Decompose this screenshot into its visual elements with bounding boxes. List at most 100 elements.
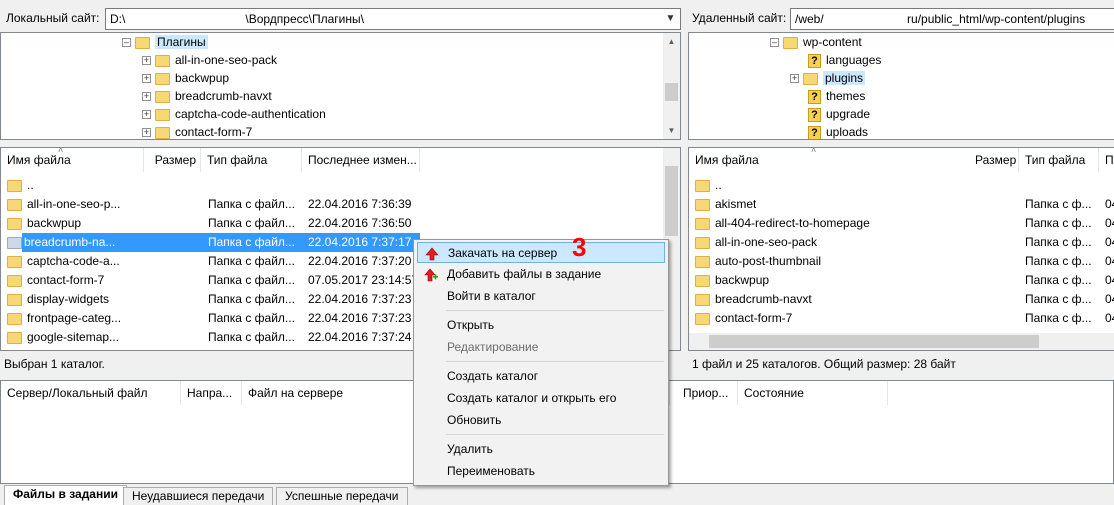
context-menu: Закачать на сервер Добавить файлы в зада… xyxy=(413,239,669,486)
column-header-permissions[interactable]: П xyxy=(1099,148,1114,172)
folder-icon xyxy=(155,126,170,139)
file-name: all-in-one-seo-pack xyxy=(715,235,818,249)
list-item[interactable]: backwpup Папка с ф... 04 xyxy=(689,271,1114,290)
tree-item[interactable]: + backwpup xyxy=(142,69,229,87)
step-annotation: 3 xyxy=(572,232,587,262)
tree-item[interactable]: + contact-form-7 xyxy=(142,123,252,139)
collapse-icon[interactable]: – xyxy=(770,38,779,48)
list-item[interactable]: akismet Папка с ф... 04 xyxy=(689,195,1114,214)
file-name: captcha-code-a... xyxy=(27,254,120,268)
expand-icon[interactable]: + xyxy=(142,128,151,138)
queue-header-priority[interactable]: Приор... xyxy=(677,381,738,405)
remote-list-hscrollbar[interactable] xyxy=(689,333,1114,350)
tree-item[interactable]: ? themes xyxy=(808,87,865,105)
local-path-combobox[interactable]: D:\ \Вордпресс\Плагины\ ▼ xyxy=(105,8,681,30)
folder-icon xyxy=(155,72,170,85)
tab-failed-transfers[interactable]: Неудавшиеся передачи xyxy=(123,487,274,505)
upload-arrow-icon xyxy=(425,247,439,261)
tree-item-plugins[interactable]: + plugins xyxy=(790,69,866,87)
menu-item-label: Открыть xyxy=(447,318,495,332)
tab-queued-files[interactable]: Файлы в задании xyxy=(4,485,127,505)
expand-icon[interactable]: + xyxy=(790,74,799,84)
menu-item-delete[interactable]: Удалить xyxy=(417,439,665,460)
question-icon: ? xyxy=(808,89,821,104)
scroll-up-icon[interactable]: ▲ xyxy=(663,33,680,50)
file-date: 22.04.2016 7:36:39 xyxy=(308,197,412,211)
tree-item-plugins[interactable]: – Плагины xyxy=(122,33,208,51)
scroll-thumb[interactable] xyxy=(709,335,1039,348)
list-item[interactable]: contact-form-7 Папка с ф... 04 xyxy=(689,309,1114,328)
remote-site-bar: Удаленный сайт: /web/ ru/public_html/wp-… xyxy=(688,0,1114,34)
menu-item-refresh[interactable]: Обновить xyxy=(417,410,665,431)
remote-site-label: Удаленный сайт: xyxy=(692,11,787,25)
queue-header-direction[interactable]: Напра... xyxy=(181,381,242,405)
column-header-size[interactable]: Размер xyxy=(969,148,1019,172)
tree-item[interactable]: + captcha-code-authentication xyxy=(142,105,326,123)
list-item[interactable]: .. xyxy=(689,176,1114,195)
menu-item-label: Войти в каталог xyxy=(447,289,536,303)
tree-item[interactable]: ? uploads xyxy=(808,123,869,139)
menu-item-upload[interactable]: Закачать на сервер xyxy=(417,242,665,263)
menu-item-enter-directory[interactable]: Войти в каталог xyxy=(417,286,665,307)
list-item[interactable]: all-in-one-seo-p... Папка с файл... 22.0… xyxy=(1,195,663,214)
expand-icon[interactable]: + xyxy=(142,92,151,102)
list-item[interactable]: backwpup Папка с файл... 22.04.2016 7:36… xyxy=(1,214,663,233)
folder-icon xyxy=(135,36,150,49)
folder-icon xyxy=(7,331,22,344)
tree-item-label: captcha-code-authentication xyxy=(175,107,326,121)
scroll-thumb[interactable] xyxy=(665,83,678,101)
column-header-size[interactable]: Размер xyxy=(144,148,201,172)
collapse-icon[interactable]: – xyxy=(122,38,131,48)
file-date: 22.04.2016 7:36:50 xyxy=(308,216,412,230)
file-date: 22.04.2016 7:37:23 xyxy=(308,311,412,325)
column-header-type[interactable]: Тип файла xyxy=(201,148,302,172)
list-item[interactable]: all-404-redirect-to-homepage Папка с ф..… xyxy=(689,214,1114,233)
file-type: Папка с файл... xyxy=(208,292,295,306)
queue-header-state[interactable]: Состояние xyxy=(738,381,888,405)
list-item[interactable]: breadcrumb-navxt Папка с ф... 04 xyxy=(689,290,1114,309)
scroll-down-icon[interactable]: ▼ xyxy=(663,122,680,139)
menu-item-add-to-queue[interactable]: Добавить файлы в задание xyxy=(417,264,665,285)
file-permissions: 04 xyxy=(1105,197,1114,211)
folder-icon xyxy=(7,274,22,287)
tab-successful-transfers[interactable]: Успешные передачи xyxy=(276,487,408,505)
folder-icon xyxy=(695,312,710,325)
tree-item[interactable]: ? upgrade xyxy=(808,105,870,123)
tree-item[interactable]: + all-in-one-seo-pack xyxy=(142,51,277,69)
list-item[interactable]: auto-post-thumbnail Папка с ф... 04 xyxy=(689,252,1114,271)
file-type: Папка с ф... xyxy=(1025,197,1092,211)
file-date: 22.04.2016 7:37:24 xyxy=(308,330,412,344)
expand-icon[interactable]: + xyxy=(142,56,151,66)
menu-item-open[interactable]: Открыть xyxy=(417,315,665,336)
file-date: 22.04.2016 7:37:23 xyxy=(308,292,412,306)
folder-icon xyxy=(695,179,710,192)
tree-item[interactable]: + breadcrumb-navxt xyxy=(142,87,272,105)
list-item[interactable]: all-in-one-seo-pack Папка с ф... 04 xyxy=(689,233,1114,252)
folder-icon xyxy=(695,293,710,306)
local-directory-tree: – Плагины + all-in-one-seo-pack + backwpup … xyxy=(0,32,681,140)
list-item[interactable]: .. xyxy=(1,176,663,195)
column-header-type[interactable]: Тип файла xyxy=(1019,148,1099,172)
tree-item-label: uploads xyxy=(826,125,869,139)
menu-item-create-and-open-directory[interactable]: Создать каталог и открыть его xyxy=(417,388,665,409)
file-name: frontpage-categ... xyxy=(27,311,122,325)
file-type: Папка с файл... xyxy=(208,330,295,344)
tree-item[interactable]: ? languages xyxy=(808,51,881,69)
tree-item-wp-content[interactable]: – wp-content xyxy=(770,33,862,51)
remote-path-combobox[interactable]: /web/ ru/public_html/wp-content/plugins xyxy=(790,8,1114,30)
local-tree-scrollbar[interactable]: ▲ ▼ xyxy=(663,33,680,139)
menu-item-create-directory[interactable]: Создать каталог xyxy=(417,366,665,387)
column-header-name[interactable]: Имя файла xyxy=(1,148,144,172)
menu-item-rename[interactable]: Переименовать xyxy=(417,461,665,482)
expand-icon[interactable]: + xyxy=(142,74,151,84)
queue-header-server-local[interactable]: Сервер/Локальный файл xyxy=(1,381,181,405)
menu-item-label: Редактирование xyxy=(447,340,539,354)
column-header-modified[interactable]: Последнее измен... xyxy=(302,148,420,172)
file-name: .. xyxy=(27,178,34,192)
chevron-down-icon[interactable]: ▼ xyxy=(662,10,679,28)
expand-icon[interactable]: + xyxy=(142,110,151,120)
scroll-thumb[interactable] xyxy=(665,166,678,236)
file-type: Папка с ф... xyxy=(1025,235,1092,249)
local-site-label: Локальный сайт: xyxy=(6,11,100,25)
remote-file-list: Имя файла ˄ Размер Тип файла П .. akisme… xyxy=(688,147,1114,351)
